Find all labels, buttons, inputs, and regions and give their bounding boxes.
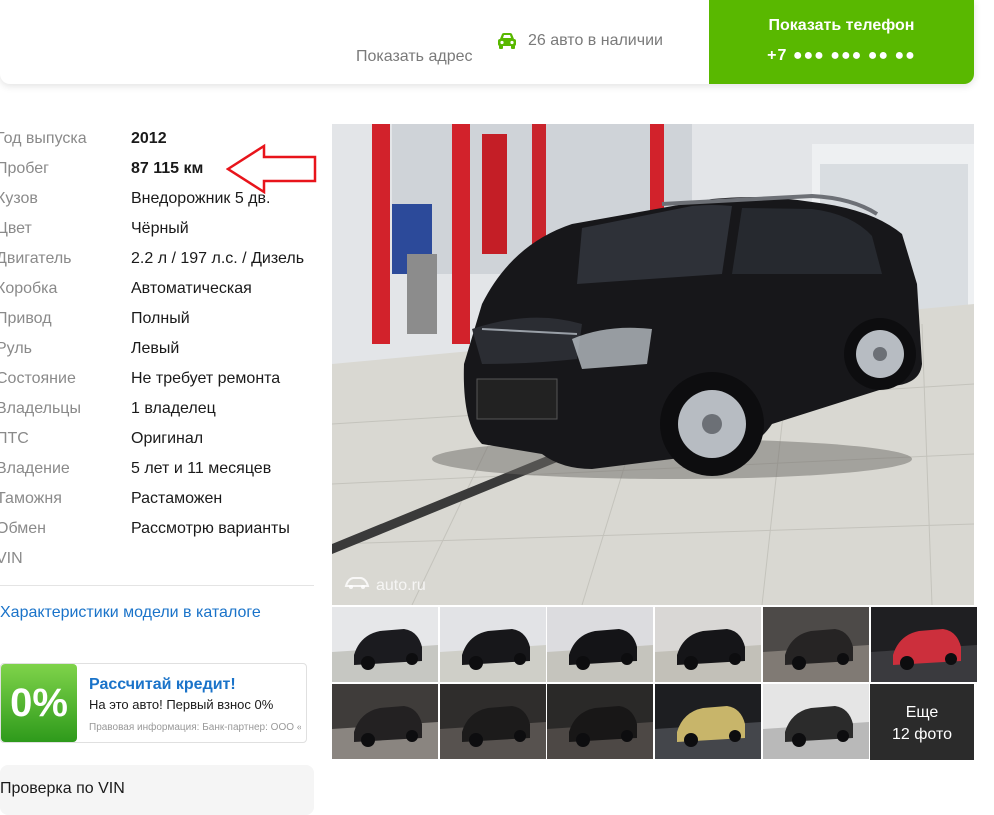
spec-label: Привод [0,310,52,327]
spec-list: Год выпуска 2012 Пробег 87 115 км Кузов Внедо… [0,130,316,580]
spec-row: Владение 5 лет и 11 месяцев [0,460,316,490]
spec-label: Цвет [0,220,32,237]
watermark: auto.ru [344,576,426,595]
spec-value: Полный [131,310,190,327]
red-arrow-annotation [226,143,317,195]
gallery-thumbnail[interactable] [655,607,761,682]
gallery-thumbnail[interactable] [440,684,546,759]
stock-info[interactable]: 26 авто в наличии [496,32,663,50]
dashboard-thumb-icon [871,607,977,682]
spec-value: Левый [131,340,180,357]
spec-label: Руль [0,340,32,357]
credit-subtitle: На это авто! Первый взнос 0% [89,697,274,712]
spec-label: Обмен [0,520,46,537]
top-bar: Показать адрес 26 авто в наличии Показат… [0,0,974,84]
spec-value: Автоматическая [131,280,252,297]
spec-row: Руль Левый [0,340,316,370]
spec-value: 2.2 л / 197 л.с. / Дизель [131,250,305,267]
spec-value: 87 115 км [131,160,204,177]
gallery-thumbnail[interactable] [547,607,653,682]
car-rear-thumb-icon [655,607,761,682]
gallery-thumbnail[interactable] [547,684,653,759]
divider [0,585,314,586]
spec-value: Рассмотрю варианты [131,520,290,537]
spec-value: Чёрный [131,220,189,237]
car-front-thumb-icon [440,607,546,682]
vin-check-panel[interactable]: Проверка по VIN [0,765,314,815]
gallery-thumbnail[interactable] [655,684,761,759]
more-photos-button[interactable]: Еще 12 фото [870,684,974,760]
spec-row: Привод Полный [0,310,316,340]
spec-row: Двигатель 2.2 л / 197 л.с. / Дизель [0,250,316,280]
spec-label: Коробка [0,280,58,297]
auto-ru-logo-icon [344,576,370,595]
gallery-thumbnail[interactable] [332,684,438,759]
car-photo-illustration [332,124,974,605]
gallery-thumbnail[interactable] [440,607,546,682]
spec-label: Пробег [0,160,50,177]
spec-row: Обмен Рассмотрю варианты [0,520,316,550]
show-phone-label: Показать телефон [768,17,915,34]
gallery-thumbnail[interactable] [763,684,869,759]
spec-value: Оригинал [131,430,204,447]
more-photos-line2: 12 фото [892,726,952,743]
main-car-photo[interactable] [332,124,974,605]
spec-value: 5 лет и 11 месяцев [131,460,272,477]
spec-value: Не требует ремонта [131,370,281,387]
credit-legal: Правовая информация: Банк-партнер: ООО « [89,722,301,733]
spec-label: Владение [0,460,70,477]
show-phone-button[interactable]: Показать телефон +7 ●●● ●●● ●● ●● [709,0,974,84]
more-photos-line1: Еще [905,704,939,721]
seat-thumb-icon [440,684,546,759]
spec-value: Растаможен [131,490,223,507]
gallery-thumbnail[interactable] [763,607,869,682]
spec-row: Цвет Чёрный [0,220,316,250]
stock-count: 26 авто в наличии [528,32,663,49]
spec-label: Состояние [0,370,76,387]
gallery-thumbnail[interactable] [332,607,438,682]
interior-thumb-icon [763,607,869,682]
spec-row: Коробка Автоматическая [0,280,316,310]
screen-thumb-icon [655,684,761,759]
watermark-text: auto.ru [376,576,426,594]
zero-percent-badge: 0% [1,664,77,742]
spec-value: 2012 [131,130,167,147]
car-front-thumb-icon [332,607,438,682]
gallery-thumbnail[interactable] [871,607,977,682]
phone-masked: +7 ●●● ●●● ●● ●● [767,47,916,64]
spec-row: Таможня Растаможен [0,490,316,520]
catalog-link[interactable]: Характеристики модели в каталоге [0,604,261,622]
seat-thumb-icon [547,684,653,759]
vin-check-title: Проверка по VIN [0,780,125,797]
spec-row: ПТС Оригинал [0,430,316,460]
spec-label: ПТС [0,430,29,447]
credit-title: Рассчитай кредит! [89,676,236,693]
car-rear-thumb-icon [547,607,653,682]
spec-label: VIN [0,550,23,567]
interior-thumb-icon [332,684,438,759]
show-address-link[interactable]: Показать адрес [356,48,473,66]
spec-label: Таможня [0,490,62,507]
gearbox-thumb-icon [763,684,869,759]
spec-row: VIN [0,550,316,580]
car-icon [496,32,518,50]
credit-banner[interactable]: 0% Рассчитай кредит! На это авто! Первый… [0,663,307,743]
spec-label: Владельцы [0,400,81,417]
spec-row: Владельцы 1 владелец [0,400,316,430]
spec-value: 1 владелец [131,400,216,417]
spec-row: Состояние Не требует ремонта [0,370,316,400]
spec-label: Двигатель [0,250,72,267]
spec-label: Год выпуска [0,130,87,147]
spec-label: Кузов [0,190,38,207]
